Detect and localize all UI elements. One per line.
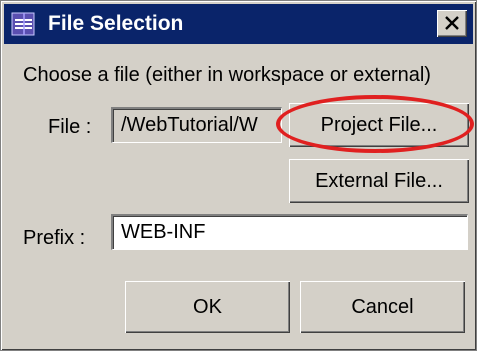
prefix-input[interactable]: WEB-INF (111, 214, 468, 250)
project-file-button[interactable]: Project File... (289, 103, 469, 147)
window-title: File Selection (48, 12, 184, 35)
title-bar[interactable]: File Selection (4, 4, 473, 44)
file-label: File : (48, 116, 92, 138)
prefix-label: Prefix : (23, 227, 86, 249)
close-icon (445, 16, 459, 30)
cancel-button[interactable]: Cancel (300, 281, 465, 333)
file-path-field[interactable]: /WebTutorial/W (111, 107, 282, 143)
file-selection-dialog: File Selection Choose a file (either in … (0, 0, 477, 351)
ok-button[interactable]: OK (125, 281, 290, 333)
close-button[interactable] (437, 10, 467, 37)
eclipse-icon (11, 12, 35, 36)
external-file-button[interactable]: External File... (289, 159, 469, 203)
instruction-text: Choose a file (either in workspace or ex… (23, 64, 431, 86)
